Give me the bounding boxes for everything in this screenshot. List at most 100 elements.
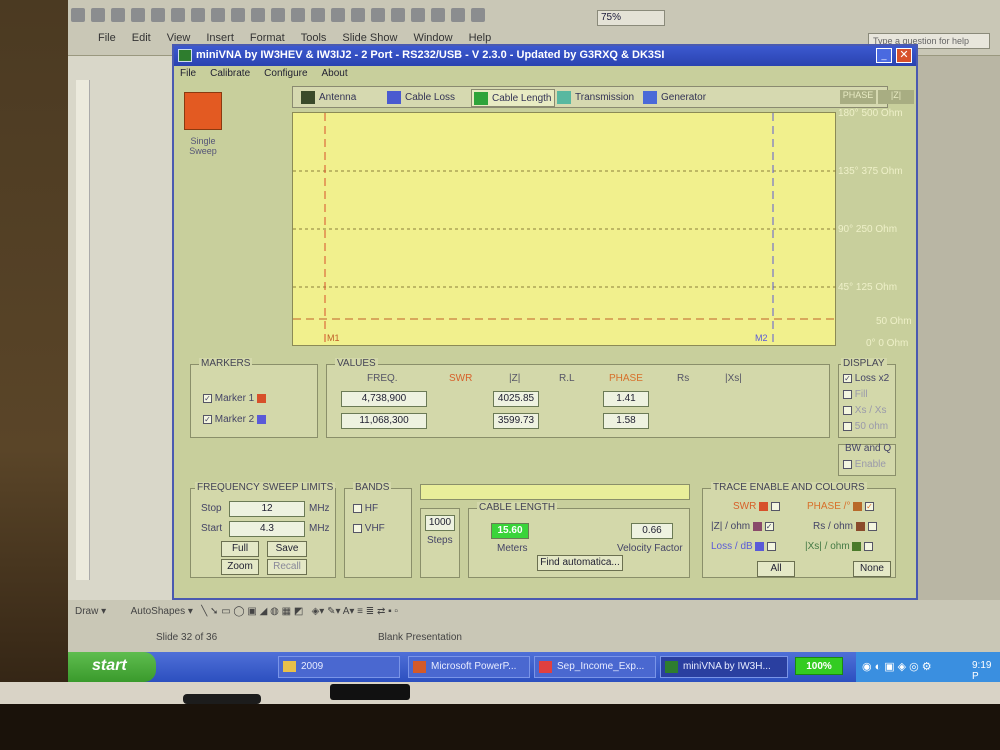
- checkbox[interactable]: ✓: [203, 414, 212, 424]
- checkbox[interactable]: ✓: [764, 521, 774, 531]
- grid-icon[interactable]: [451, 8, 465, 22]
- tab-cable-length[interactable]: Cable Length: [471, 89, 555, 107]
- checkbox[interactable]: [843, 389, 852, 399]
- color-swatch[interactable]: [755, 541, 765, 551]
- find-automatically-button[interactable]: Find automatica...: [537, 555, 623, 571]
- color-swatch[interactable]: [855, 521, 865, 531]
- single-sweep-button[interactable]: [184, 92, 222, 130]
- menu-slide-show[interactable]: Slide Show: [342, 32, 397, 44]
- menu-insert[interactable]: Insert: [206, 32, 234, 44]
- menu-configure[interactable]: Configure: [264, 68, 307, 79]
- color-swatch[interactable]: [759, 501, 769, 511]
- trace-phase[interactable]: PHASE /° ✓: [807, 501, 875, 512]
- band-hf[interactable]: HF: [353, 503, 378, 514]
- redo-icon[interactable]: [331, 8, 345, 22]
- expand-icon[interactable]: [411, 8, 425, 22]
- marker-1-row[interactable]: ✓ Marker 1: [203, 393, 267, 404]
- menu-format[interactable]: Format: [250, 32, 285, 44]
- display-loss-x2[interactable]: ✓ Loss x2: [843, 373, 889, 384]
- paste-icon[interactable]: [271, 8, 285, 22]
- checkbox[interactable]: [353, 503, 362, 513]
- undo-icon[interactable]: [311, 8, 325, 22]
- print-preview-icon[interactable]: [191, 8, 205, 22]
- taskbar-item-powerpoint[interactable]: Microsoft PowerP...: [408, 656, 530, 678]
- chart-icon[interactable]: [351, 8, 365, 22]
- cut-icon[interactable]: [231, 8, 245, 22]
- trace-swr[interactable]: SWR: [733, 501, 780, 512]
- checkbox[interactable]: [767, 541, 777, 551]
- menu-help[interactable]: Help: [469, 32, 492, 44]
- tab-transmission[interactable]: Transmission: [555, 89, 639, 107]
- color-swatch[interactable]: [852, 541, 862, 551]
- format-painter-icon[interactable]: [291, 8, 305, 22]
- trace-rs[interactable]: Rs / ohm: [813, 521, 877, 532]
- tab-generator[interactable]: Generator: [641, 89, 725, 107]
- tab-antenna[interactable]: Antenna: [299, 89, 383, 107]
- save-icon[interactable]: [111, 8, 125, 22]
- measurement-plot[interactable]: M1 M2: [292, 112, 837, 347]
- tab-cable-loss[interactable]: Cable Loss: [385, 89, 469, 107]
- save-button[interactable]: Save: [267, 541, 307, 557]
- menu-edit[interactable]: Edit: [132, 32, 151, 44]
- email-icon[interactable]: [151, 8, 165, 22]
- checkbox[interactable]: [353, 523, 362, 533]
- full-button[interactable]: Full: [221, 541, 259, 557]
- copy-icon[interactable]: [251, 8, 265, 22]
- print-icon[interactable]: [171, 8, 185, 22]
- display-50ohm[interactable]: 50 ohm: [843, 421, 888, 432]
- all-button[interactable]: All: [757, 561, 795, 577]
- trace-loss[interactable]: Loss / dB: [711, 541, 777, 552]
- start-frequency-input[interactable]: 4.3: [229, 521, 305, 537]
- checkbox[interactable]: ✓: [203, 393, 212, 403]
- table-icon[interactable]: [371, 8, 385, 22]
- tables-borders-icon[interactable]: [391, 8, 405, 22]
- color-swatch[interactable]: [752, 521, 762, 531]
- taskbar-item-spreadsheet[interactable]: Sep_Income_Exp...: [534, 656, 656, 678]
- trace-xs[interactable]: |Xs| / ohm: [805, 541, 874, 552]
- checkbox[interactable]: ✓: [843, 373, 852, 383]
- color-swatch[interactable]: [257, 393, 267, 403]
- band-vhf[interactable]: VHF: [353, 523, 385, 534]
- menu-calibrate[interactable]: Calibrate: [210, 68, 250, 79]
- marker-2-row[interactable]: ✓ Marker 2: [203, 414, 267, 425]
- close-button[interactable]: ✕: [896, 48, 912, 63]
- display-xs[interactable]: Xs / Xs: [843, 405, 886, 416]
- taskbar-item-minivna[interactable]: miniVNA by IW3H...: [660, 656, 788, 678]
- menu-tools[interactable]: Tools: [301, 32, 327, 44]
- start-button[interactable]: start: [68, 652, 156, 682]
- color-swatch[interactable]: [853, 501, 863, 511]
- new-icon[interactable]: [71, 8, 85, 22]
- menu-about[interactable]: About: [322, 68, 348, 79]
- zoom-select[interactable]: 75%: [597, 10, 665, 26]
- stop-frequency-input[interactable]: 12: [229, 501, 305, 517]
- color-swatch[interactable]: [257, 414, 267, 424]
- color-grayscale-icon[interactable]: [471, 8, 485, 22]
- tray-icons[interactable]: ◉◐▣◈◎⚙: [862, 660, 935, 673]
- checkbox[interactable]: [843, 421, 852, 431]
- open-icon[interactable]: [91, 8, 105, 22]
- checkbox[interactable]: [843, 405, 852, 415]
- checkbox[interactable]: [867, 521, 877, 531]
- zoom-button[interactable]: Zoom: [221, 559, 259, 575]
- steps-input[interactable]: 1000: [425, 515, 455, 531]
- display-fill[interactable]: Fill: [843, 389, 868, 400]
- permission-icon[interactable]: [131, 8, 145, 22]
- show-formatting-icon[interactable]: [431, 8, 445, 22]
- enable-bwq[interactable]: Enable: [843, 459, 886, 470]
- recall-button[interactable]: Recall: [267, 559, 307, 575]
- minimize-button[interactable]: _: [876, 48, 892, 63]
- window-titlebar[interactable]: miniVNA by IW3HEV & IW3IJ2 - 2 Port - RS…: [174, 46, 916, 66]
- checkbox[interactable]: ✓: [865, 501, 875, 511]
- none-button[interactable]: None: [853, 561, 891, 577]
- trace-z[interactable]: |Z| / ohm ✓: [711, 521, 774, 532]
- menu-file[interactable]: File: [98, 32, 116, 44]
- autoshapes-menu[interactable]: AutoShapes: [131, 606, 186, 617]
- spelling-icon[interactable]: [211, 8, 225, 22]
- menu-file[interactable]: File: [180, 68, 196, 79]
- velocity-factor-input[interactable]: 0.66: [631, 523, 673, 539]
- menu-view[interactable]: View: [167, 32, 191, 44]
- checkbox[interactable]: [770, 501, 780, 511]
- checkbox[interactable]: [843, 459, 852, 469]
- checkbox[interactable]: [864, 541, 874, 551]
- taskbar-item-folder[interactable]: 2009: [278, 656, 400, 678]
